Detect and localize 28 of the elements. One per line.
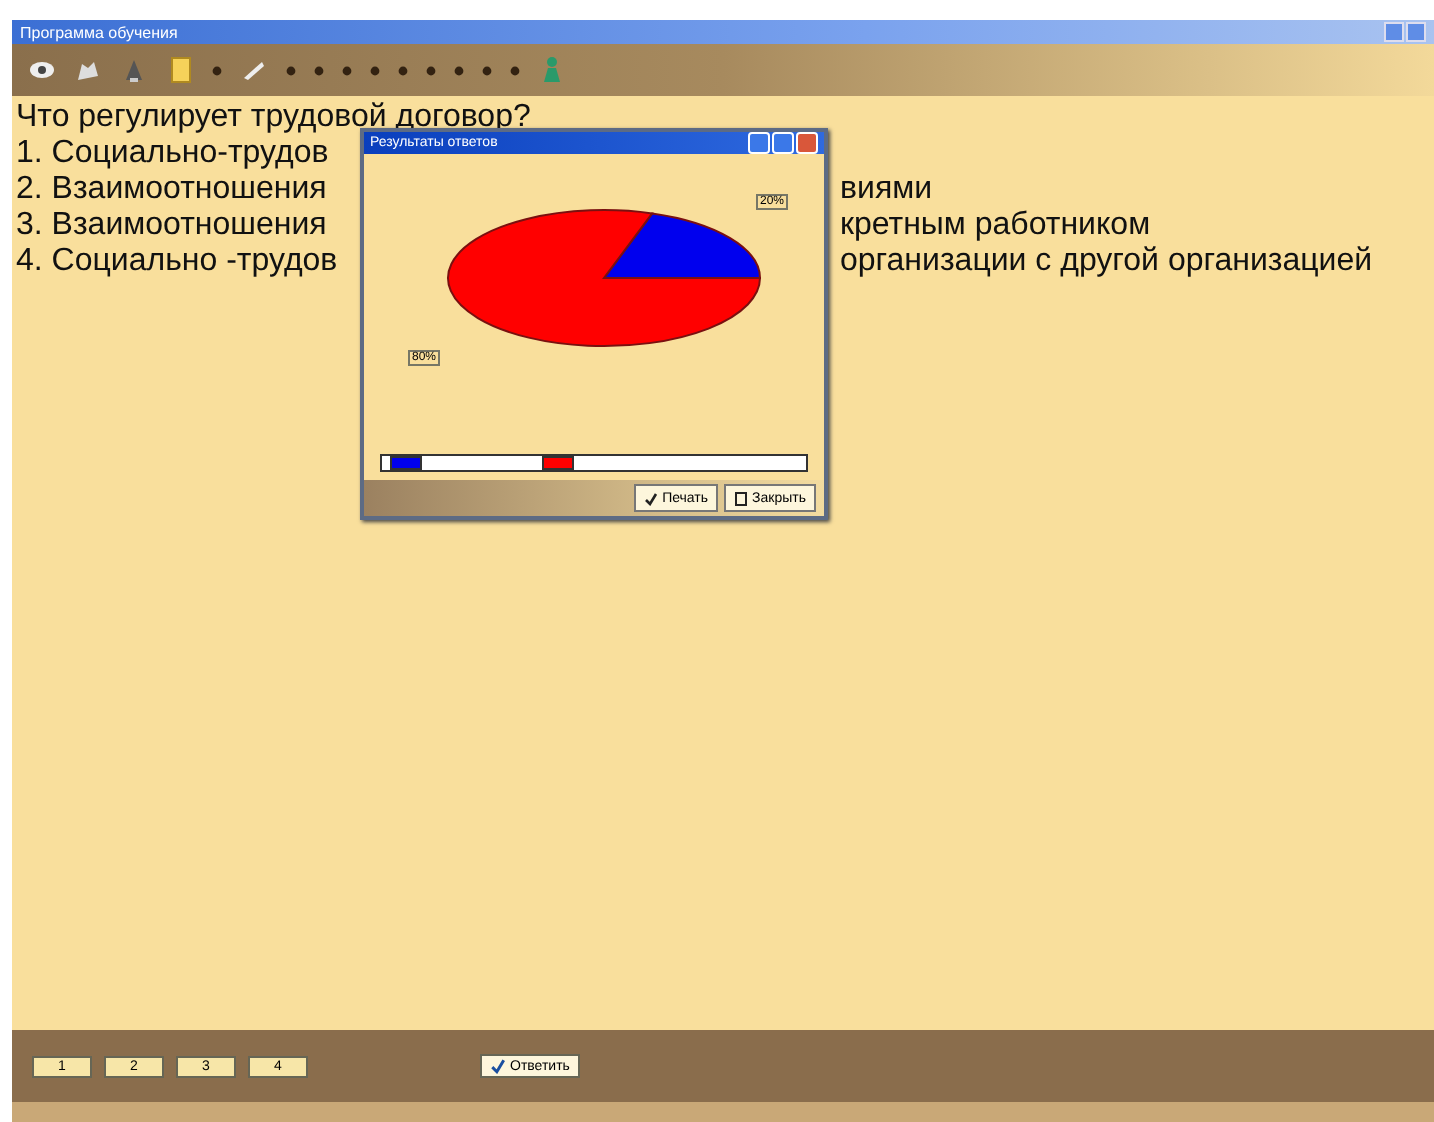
check-icon [490, 1058, 506, 1074]
dot-icon[interactable] [314, 65, 324, 75]
answer-text: виями [840, 172, 935, 208]
dot-icon[interactable] [482, 65, 492, 75]
dot-icon[interactable] [370, 65, 380, 75]
dot-icon[interactable] [342, 65, 352, 75]
answer-text: 3. Взаимоотношения [16, 208, 329, 244]
dot-icon[interactable] [212, 65, 222, 75]
dot-icon[interactable] [510, 65, 520, 75]
maximize-button[interactable] [772, 132, 794, 154]
dot-icon[interactable] [454, 65, 464, 75]
answer-text: 2. Взаимоотношения [16, 172, 329, 208]
check-icon [644, 491, 659, 505]
page-icon[interactable] [166, 56, 194, 84]
window-title: Программа обучения [20, 23, 178, 41]
answer-text: 1. Социально-трудов [16, 136, 331, 172]
close-button[interactable] [1406, 22, 1426, 42]
dot-icon[interactable] [286, 65, 296, 75]
dot-icon[interactable] [426, 65, 436, 75]
answer-text: 4. Социально -трудов [16, 244, 340, 280]
answer-text: кретным работником [840, 208, 1153, 244]
pen-icon[interactable] [240, 56, 268, 84]
dot-icon[interactable] [398, 65, 408, 75]
answer-text: организации с другой организацией [840, 244, 1375, 280]
minimize-button[interactable] [1384, 22, 1404, 42]
help-button[interactable] [748, 132, 770, 154]
question-text: Что регулирует трудовой договор? [16, 100, 533, 136]
eye-icon[interactable] [28, 56, 56, 84]
